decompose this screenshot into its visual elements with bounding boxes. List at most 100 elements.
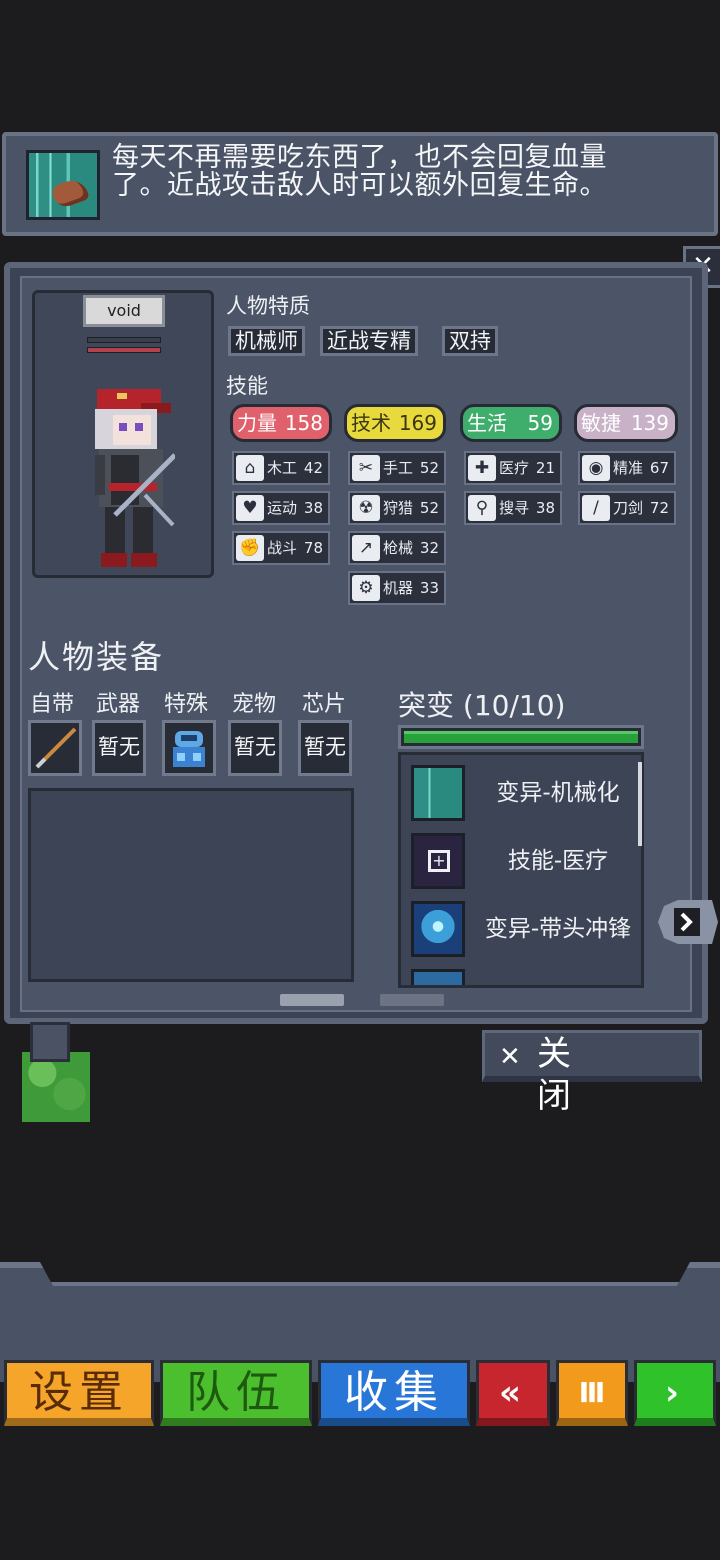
slot-label-special: 特殊 (164, 692, 209, 717)
charge-leader-icon (411, 901, 465, 957)
next-page-arrow-icon[interactable] (658, 900, 718, 944)
stat-value: 169 (398, 411, 437, 435)
skill-value: 33 (419, 579, 439, 597)
fist-icon: ✊ (236, 535, 264, 561)
mutation-label: 变异-机械化 (496, 780, 620, 806)
gun-icon: ↗ (352, 535, 380, 561)
page-indicator-1[interactable] (280, 994, 344, 1006)
skill-label: 运动 (267, 499, 298, 517)
skill-crafting[interactable]: ✂ 手工 52 (348, 451, 446, 485)
tooltip-line-2: 了。近战攻击敌人时可以额外回复生命。 (112, 170, 607, 201)
scrollbar[interactable] (638, 762, 642, 846)
status-bar-1 (87, 337, 161, 343)
skill-value: 72 (649, 499, 669, 517)
slot-label-chip: 芯片 (302, 692, 347, 717)
sword-icon: / (582, 495, 610, 521)
rewind-button[interactable]: « (476, 1360, 550, 1426)
skill-label: 机器 (383, 579, 414, 597)
mutations-count: (10/10) (462, 689, 566, 722)
mechanization-mutation-icon (26, 150, 100, 220)
slot-label-builtin: 自带 (30, 692, 75, 717)
stat-label: 敏捷 (581, 411, 621, 435)
settings-button[interactable]: 设置 (4, 1360, 154, 1426)
skill-search[interactable]: ⚲ 搜寻 38 (464, 491, 562, 525)
mutation-tooltip: 每天不再需要吃东西了，也不会回复血量 了。近战攻击敌人时可以额外回复生命。 (2, 132, 718, 236)
trait-tag[interactable]: 机械师 (228, 326, 305, 356)
character-sprite (95, 389, 175, 567)
slot-special[interactable] (162, 720, 216, 776)
trait-tag[interactable]: 近战专精 (320, 326, 418, 356)
slot-pet[interactable]: 暂无 (228, 720, 282, 776)
collect-button[interactable]: 收集 (318, 1360, 470, 1426)
medkit-icon: + (411, 833, 465, 889)
mutation-label: 变异-带头冲锋 (484, 916, 632, 942)
skill-precision[interactable]: ◉ 精准 67 (578, 451, 676, 485)
character-portrait: void (32, 290, 214, 578)
bush-tile (22, 1052, 90, 1122)
tooltip-line-1: 每天不再需要吃东西了，也不会回复血量 (112, 142, 607, 173)
list-item[interactable]: 变异-带头冲锋 (409, 901, 641, 957)
trait-tag[interactable]: 双持 (442, 326, 498, 356)
skill-value: 52 (419, 459, 439, 477)
skill-label: 医疗 (499, 459, 530, 477)
stat-label: 技术 (351, 411, 391, 435)
heart-icon: ♥ (236, 495, 264, 521)
skill-value: 21 (535, 459, 555, 477)
skill-machinery[interactable]: ⚙ 机器 33 (348, 571, 446, 605)
medkit-icon: ✚ (468, 455, 496, 481)
skill-sports[interactable]: ♥ 运动 38 (232, 491, 330, 525)
scissors-icon: ✂ (352, 455, 380, 481)
mechanization-mutation-icon (411, 765, 465, 821)
stat-label: 力量 (237, 411, 277, 435)
stat-life[interactable]: 生活 59 (460, 404, 562, 442)
stat-value: 139 (630, 411, 669, 435)
stat-label: 生活 (467, 411, 507, 435)
mutations-list[interactable]: 变异-机械化 + 技能-医疗 变异-带头冲锋 (398, 752, 644, 988)
stat-strength[interactable]: 力量 158 (230, 404, 332, 442)
mutations-title: 突变 (10/10) (398, 684, 565, 724)
skills-title: 技能 (226, 374, 268, 398)
skill-value: 78 (303, 539, 323, 557)
skill-combat[interactable]: ✊ 战斗 78 (232, 531, 330, 565)
stat-agility[interactable]: 敏捷 139 (574, 404, 678, 442)
mutation-label: 技能-医疗 (507, 848, 609, 874)
list-item[interactable] (409, 969, 641, 985)
skill-label: 刀剑 (613, 499, 644, 517)
house-icon: ⌂ (236, 455, 264, 481)
slot-weapon[interactable]: 暂无 (92, 720, 146, 776)
skill-carpentry[interactable]: ⌂ 木工 42 (232, 451, 330, 485)
eye-icon: ◉ (582, 455, 610, 481)
page-indicator-2[interactable] (380, 994, 444, 1006)
list-item[interactable]: 变异-机械化 (409, 765, 641, 821)
pause-button[interactable]: Ⅲ (556, 1360, 628, 1426)
skill-value: 32 (419, 539, 439, 557)
mutation-icon (411, 969, 465, 985)
skill-value: 38 (303, 499, 323, 517)
play-button[interactable]: › (634, 1360, 716, 1426)
traits-title: 人物特质 (226, 294, 310, 318)
tooltip-text: 每天不再需要吃东西了，也不会回复血量 了。近战攻击敌人时可以额外回复生命。 (112, 144, 712, 200)
skill-value: 67 (649, 459, 669, 477)
skill-label: 木工 (267, 459, 298, 477)
skill-label: 手工 (383, 459, 414, 477)
stat-technique[interactable]: 技术 169 (344, 404, 446, 442)
skill-blade[interactable]: / 刀剑 72 (578, 491, 676, 525)
team-button[interactable]: 队伍 (160, 1360, 312, 1426)
slot-chip[interactable]: 暂无 (298, 720, 352, 776)
close-button[interactable]: ✕ 关闭 (482, 1030, 702, 1116)
skill-hunting[interactable]: ☢ 狩猎 52 (348, 491, 446, 525)
close-icon: ✕ (499, 1042, 521, 1072)
mutations-title-text: 突变 (398, 689, 455, 722)
skill-value: 42 (303, 459, 323, 477)
skill-value: 52 (419, 499, 439, 517)
stat-value: 59 (527, 411, 553, 435)
slot-label-pet: 宠物 (232, 692, 277, 717)
spear-icon (35, 727, 77, 769)
slot-builtin[interactable] (28, 720, 82, 776)
skill-firearms[interactable]: ↗ 枪械 32 (348, 531, 446, 565)
list-item[interactable]: + 技能-医疗 (409, 833, 641, 889)
skill-medical[interactable]: ✚ 医疗 21 (464, 451, 562, 485)
skill-label: 精准 (613, 459, 644, 477)
mutations-progress (398, 725, 644, 749)
mutations-progress-fill (404, 731, 638, 743)
